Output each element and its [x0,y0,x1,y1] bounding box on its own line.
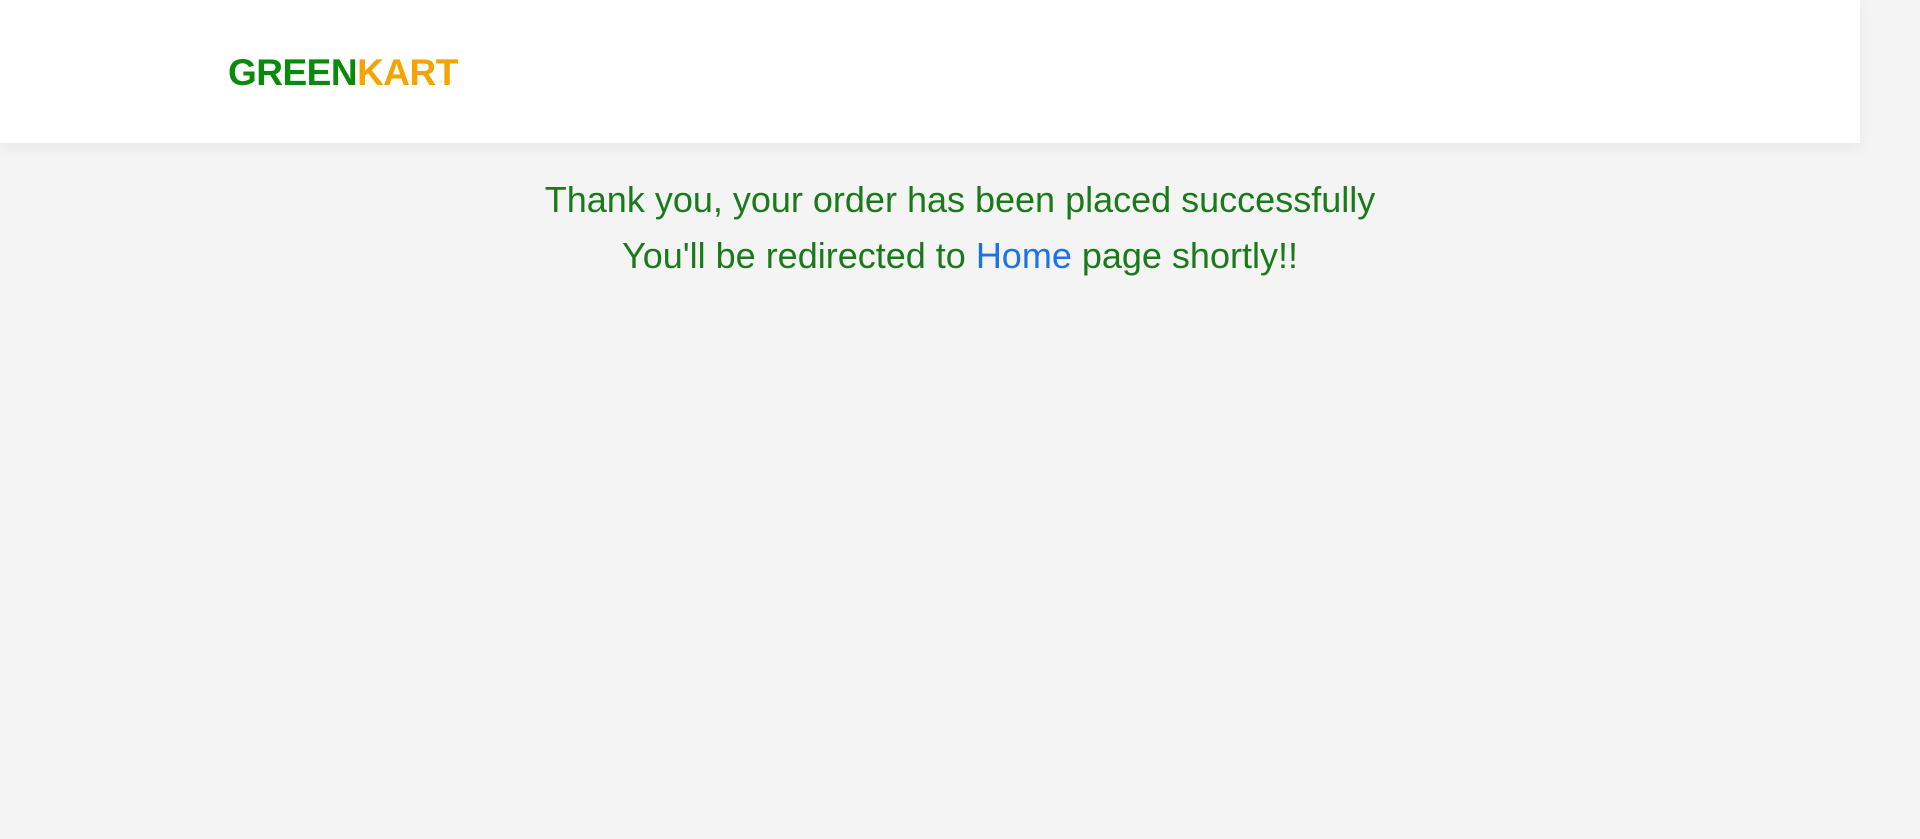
thank-you-line: Thank you, your order has been placed su… [544,179,1376,220]
brand-green-text: GREEN [228,52,358,93]
redirect-suffix: page shortly!! [1071,235,1298,276]
redirect-line: You'll be redirected to Home page shortl… [0,228,1920,284]
confirmation-message: Thank you, your order has been placed su… [0,172,1920,284]
redirect-prefix: You'll be redirected to [622,235,976,276]
order-confirmation-page: GREENKART Thank you, your order has been… [0,0,1920,839]
home-link[interactable]: Home [976,235,1072,276]
brand-kart-text: KART [357,52,458,93]
top-header: GREENKART [0,0,1860,143]
greenkart-logo[interactable]: GREENKART [228,50,458,96]
